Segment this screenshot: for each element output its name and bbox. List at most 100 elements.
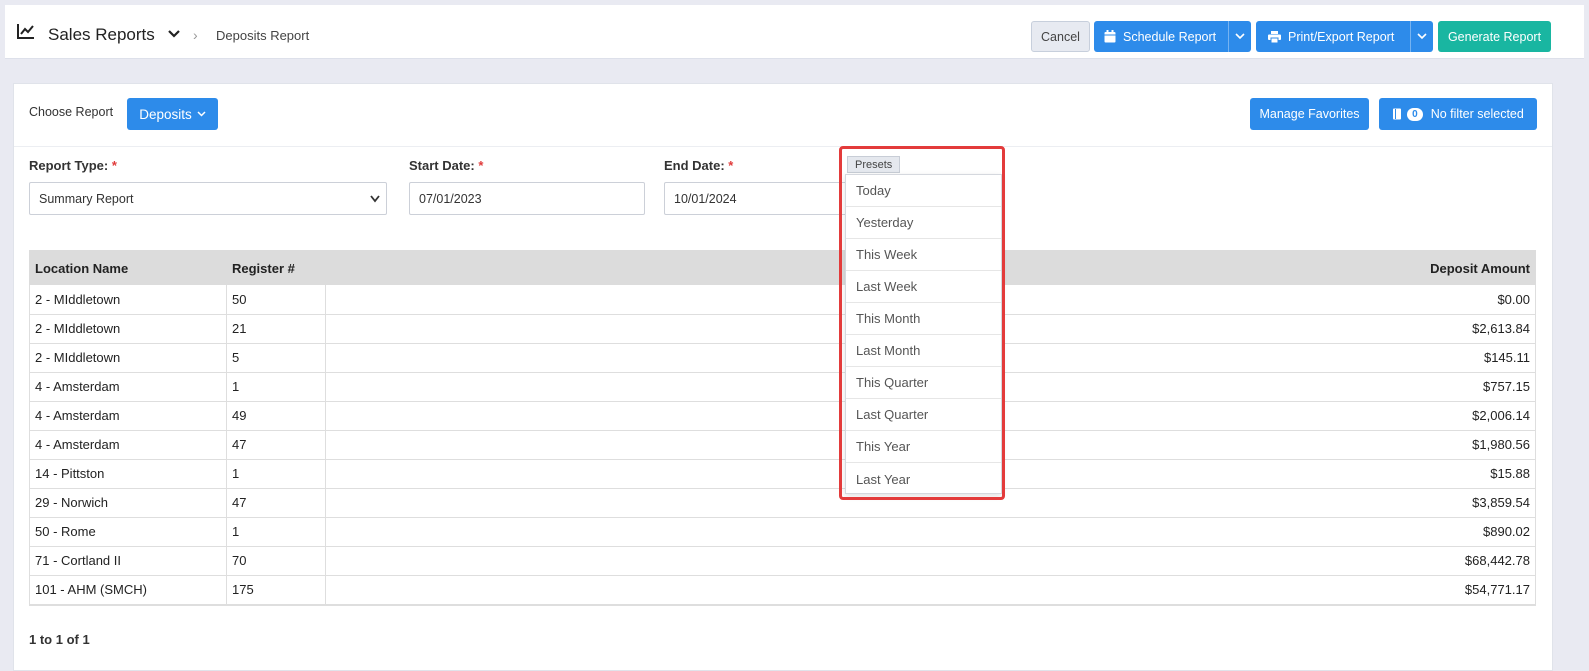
report-panel: Choose Report Deposits Manage Favorites … [13, 83, 1553, 671]
cell-register: 1 [232, 524, 240, 539]
highlight-box [839, 146, 1005, 500]
start-date-label-text: Start Date: [409, 158, 475, 173]
column-divider [325, 285, 326, 606]
calendar-icon [1104, 30, 1116, 43]
cell-register: 5 [232, 350, 240, 365]
report-type-label-text: Report Type: [29, 158, 109, 173]
pagination-info: 1 to 1 of 1 [29, 632, 90, 647]
cell-location: 2 - MIddletown [35, 350, 121, 365]
table-row: 14 - Pittston 1 $15.88 [29, 459, 1536, 489]
cell-deposit-amount: $1,980.56 [1472, 437, 1530, 452]
cell-deposit-amount: $68,442.78 [1464, 553, 1530, 568]
cell-location: 29 - Norwich [35, 495, 108, 510]
cell-register: 50 [232, 292, 247, 307]
cell-location: 4 - Amsterdam [35, 379, 120, 394]
filter-count-badge: 0 [1407, 107, 1423, 121]
cell-deposit-amount: $145.11 [1483, 350, 1530, 365]
generate-report-label: Generate Report [1447, 29, 1542, 44]
chevron-down-icon [370, 195, 380, 203]
table-header: Location Name Register # Deposit Amount [29, 250, 1536, 285]
cell-location: 101 - AHM (SMCH) [35, 582, 147, 597]
cell-deposit-amount: $2,613.84 [1472, 321, 1530, 336]
filter-label: No filter selected [1430, 107, 1524, 121]
page-title[interactable]: Sales Reports [48, 25, 155, 45]
cell-deposit-amount: $54,771.17 [1464, 582, 1530, 597]
cell-deposit-amount: $0.00 [1497, 292, 1530, 307]
breadcrumb-separator-icon: › [193, 27, 198, 43]
chevron-down-icon [1417, 33, 1427, 40]
cell-location: 50 - Rome [35, 524, 96, 539]
cell-register: 21 [232, 321, 247, 336]
cell-location: 4 - Amsterdam [35, 408, 120, 423]
filter-button[interactable]: 0 No filter selected [1379, 98, 1537, 130]
start-date-label: Start Date: * [409, 158, 483, 173]
required-marker: * [728, 158, 734, 173]
end-date-input[interactable]: 10/01/2024 [664, 182, 854, 215]
table-row: 50 - Rome 1 $890.02 [29, 517, 1536, 547]
chevron-down-icon [1235, 33, 1245, 40]
book-icon [1393, 108, 1402, 120]
breadcrumb: Deposits Report [216, 28, 310, 43]
cell-location: 2 - MIddletown [35, 292, 121, 307]
cell-deposit-amount: $890.02 [1483, 524, 1530, 539]
report-type-select[interactable]: Summary Report [29, 182, 387, 215]
cell-location: 4 - Amsterdam [35, 437, 120, 452]
column-header-register[interactable]: Register # [232, 261, 295, 276]
required-marker: * [111, 158, 117, 173]
table-row: 2 - MIddletown 50 $0.00 [29, 285, 1536, 315]
print-export-label: Print/Export Report [1288, 29, 1395, 44]
cell-location: 2 - MIddletown [35, 321, 121, 336]
start-date-value: 07/01/2023 [419, 191, 482, 206]
manage-favorites-button[interactable]: Manage Favorites [1250, 98, 1369, 130]
table-row: 71 - Cortland II 70 $68,442.78 [29, 546, 1536, 576]
table-row: 4 - Amsterdam 1 $757.15 [29, 372, 1536, 402]
print-dropdown-toggle[interactable] [1410, 21, 1433, 52]
cell-register: 47 [232, 495, 247, 510]
cancel-button-label: Cancel [1041, 29, 1080, 44]
column-divider [226, 285, 227, 606]
top-bar: Sales Reports › Deposits Report Cancel S… [5, 5, 1584, 59]
cell-register: 49 [232, 408, 247, 423]
cell-deposit-amount: $2,006.14 [1472, 408, 1530, 423]
cancel-button[interactable]: Cancel [1031, 21, 1090, 52]
report-type-value: Summary Report [39, 191, 134, 206]
cell-deposit-amount: $757.15 [1483, 379, 1530, 394]
cell-location: 14 - Pittston [35, 466, 105, 481]
schedule-report-label: Schedule Report [1123, 29, 1217, 44]
end-date-label-text: End Date: [664, 158, 725, 173]
cell-register: 47 [232, 437, 247, 452]
cell-deposit-amount: $15.88 [1490, 466, 1530, 481]
end-date-label: End Date: * [664, 158, 733, 173]
required-marker: * [478, 158, 484, 173]
generate-report-button[interactable]: Generate Report [1438, 21, 1551, 52]
manage-favorites-label: Manage Favorites [1259, 107, 1360, 121]
schedule-report-button[interactable]: Schedule Report [1094, 21, 1251, 52]
column-header-deposit-amount[interactable]: Deposit Amount [1430, 261, 1530, 276]
report-select-button[interactable]: Deposits [127, 98, 218, 130]
table-row: 2 - MIddletown 21 $2,613.84 [29, 314, 1536, 344]
report-select-label: Deposits [139, 106, 192, 122]
line-chart-icon [17, 24, 34, 39]
chevron-down-icon [197, 111, 206, 117]
divider [14, 146, 1552, 147]
choose-report-label: Choose Report [29, 105, 114, 119]
cell-register: 1 [232, 379, 240, 394]
table-row: 4 - Amsterdam 47 $1,980.56 [29, 430, 1536, 460]
table-row: 29 - Norwich 47 $3,859.54 [29, 488, 1536, 518]
cell-register: 1 [232, 466, 240, 481]
cell-register: 175 [232, 582, 254, 597]
printer-icon [1268, 30, 1281, 43]
print-export-button[interactable]: Print/Export Report [1256, 21, 1433, 52]
start-date-input[interactable]: 07/01/2023 [409, 182, 645, 215]
table-row: 4 - Amsterdam 49 $2,006.14 [29, 401, 1536, 431]
report-type-label: Report Type: * [29, 158, 117, 173]
column-header-location[interactable]: Location Name [35, 261, 128, 276]
cell-deposit-amount: $3,859.54 [1472, 495, 1530, 510]
end-date-value: 10/01/2024 [674, 191, 737, 206]
cell-register: 70 [232, 553, 247, 568]
chevron-down-icon[interactable] [167, 29, 181, 39]
schedule-dropdown-toggle[interactable] [1228, 21, 1251, 52]
cell-location: 71 - Cortland II [35, 553, 121, 568]
table-row: 2 - MIddletown 5 $145.11 [29, 343, 1536, 373]
table-row: 101 - AHM (SMCH) 175 $54,771.17 [29, 575, 1536, 605]
